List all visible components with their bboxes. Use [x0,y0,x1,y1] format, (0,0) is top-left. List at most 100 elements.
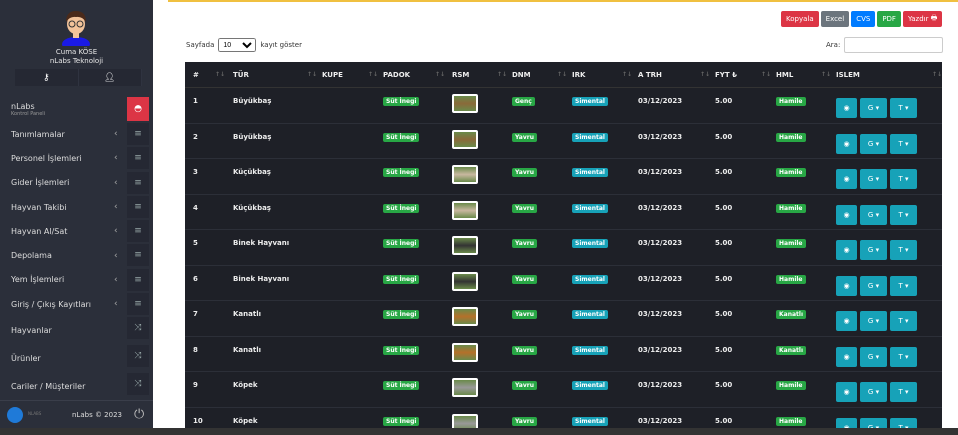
animal-photo[interactable] [452,307,478,326]
profile-button[interactable]: 👤︎ [79,69,142,86]
chevron-left-icon: ‹ [114,250,118,261]
brand-name: nLabs [11,101,35,111]
purchase-date: 03/12/2023 [638,132,683,141]
g-dropdown-button[interactable]: G ▾ [860,169,887,189]
print-button[interactable]: Yazdır 🖶 [902,11,943,27]
csv-button[interactable]: CVS [851,11,876,27]
view-button[interactable]: ◉ [836,204,857,225]
animal-photo[interactable] [452,94,478,113]
g-dropdown-button[interactable]: G ▾ [860,204,887,225]
animal-photo[interactable] [452,271,478,291]
t-dropdown-button[interactable]: T ▾ [890,133,917,154]
sidebar-item-9[interactable]: Ürünler ⤨ [0,344,153,372]
view-button[interactable]: ◉ [836,382,857,402]
copy-button[interactable]: Kopyala [781,11,819,27]
animal-photo[interactable] [452,236,478,255]
g-dropdown-button[interactable]: G ▾ [860,240,887,260]
sidebar-item-3[interactable]: Hayvan Takibi ‹ ≡ [0,195,153,219]
t-dropdown-button[interactable]: T ▾ [890,204,917,225]
paddock-badge: Süt İnegi [383,132,420,142]
t-label: T [898,175,903,183]
list-icon: ≡ [127,244,149,267]
sort-icon[interactable]: ↑↓ [557,71,567,78]
price: 5.00 [715,203,733,212]
column-header[interactable]: TÜR [233,62,249,87]
sort-icon[interactable]: ↑↓ [368,71,378,78]
price: 5.00 [715,239,733,247]
column-header[interactable]: IRK [572,62,585,87]
view-button[interactable]: ◉ [836,275,857,296]
sidebar-item-label: Yem İşlemleri [11,275,65,285]
sidebar-item-6[interactable]: Yem İşlemleri ‹ ≡ [0,268,153,292]
view-button[interactable]: ◉ [836,346,857,367]
g-dropdown-button[interactable]: G ▾ [860,346,887,367]
t-dropdown-button[interactable]: T ▾ [890,311,917,331]
table-row: 5 Binek Hayvanı Süt İnegi Yavru Simental… [185,230,942,266]
view-button[interactable]: ◉ [836,311,857,331]
column-header[interactable]: HML [776,62,793,87]
sort-icon[interactable]: ↑↓ [497,71,507,78]
search-input[interactable] [844,37,944,53]
breed-badge: Simental [572,203,608,213]
sidebar-item-2[interactable]: Gider İşlemleri ‹ ≡ [0,171,153,195]
length-prefix: Sayfada [186,41,215,49]
view-button[interactable]: ◉ [836,240,857,260]
g-dropdown-button[interactable]: G ▾ [860,275,887,296]
view-button[interactable]: ◉ [836,98,857,118]
sort-icon[interactable]: ↑↓ [622,71,632,78]
pdf-button[interactable]: PDF [877,11,901,27]
sidebar-item-dashboard[interactable]: nLabs Kontrol Paneli ◓ [0,96,153,122]
t-dropdown-button[interactable]: T ▾ [890,346,917,367]
list-icon: ≡ [127,195,149,218]
sidebar-item-7[interactable]: Giriş / Çıkış Kayıtları ‹ ≡ [0,292,153,316]
power-icon[interactable]: ⏻ [134,407,144,422]
breed-badge: Simental [572,345,608,355]
column-header[interactable]: A TRH [638,62,662,87]
sort-icon[interactable]: ↑↓ [307,71,317,78]
animal-photo[interactable] [452,342,478,362]
column-header[interactable]: FYT ₺ [715,62,737,87]
column-header[interactable]: PADOK [383,62,410,87]
sidebar-item-10[interactable]: Cariler / Müşteriler ⤨ [0,372,153,400]
sidebar-item-5[interactable]: Depolama ‹ ≡ [0,243,153,267]
breed-badge: Simental [572,416,608,426]
column-header[interactable]: ISLEM [836,62,860,87]
g-dropdown-button[interactable]: G ▾ [860,98,887,118]
t-dropdown-button[interactable]: T ▾ [890,169,917,189]
animal-photo[interactable] [452,378,478,397]
key-button[interactable]: ⚷ [15,69,79,86]
sort-icon[interactable]: ↑↓ [932,71,942,78]
t-dropdown-button[interactable]: T ▾ [890,98,917,118]
column-header[interactable]: RSM [452,62,469,87]
table-row: 9 Köpek Süt İnegi Yavru Simental 03/12/2… [185,372,942,408]
sort-icon[interactable]: ↑↓ [761,71,771,78]
excel-button[interactable]: Excel [820,11,850,27]
sidebar-item-4[interactable]: Hayvan Al/Sat ‹ ≡ [0,219,153,243]
t-dropdown-button[interactable]: T ▾ [890,275,917,296]
t-dropdown-button[interactable]: T ▾ [890,382,917,402]
animal-photo[interactable] [452,165,478,184]
view-button[interactable]: ◉ [836,133,857,154]
sort-icon[interactable]: ↑↓ [435,71,445,78]
eye-icon: ◉ [843,317,850,325]
sidebar-item-0[interactable]: Tanımlamalar ‹ ≡ [0,122,153,146]
sort-icon[interactable]: ↑↓ [700,71,710,78]
g-dropdown-button[interactable]: G ▾ [860,311,887,331]
caret-down-icon: ▾ [875,246,880,254]
caret-down-icon: ▾ [875,352,880,361]
column-header[interactable]: KUPE [322,62,343,87]
g-dropdown-button[interactable]: G ▾ [860,133,887,154]
animal-photo[interactable] [452,200,478,220]
sort-icon[interactable]: ↑↓ [215,71,225,78]
sidebar-item-1[interactable]: Personel İşlemleri ‹ ≡ [0,146,153,170]
t-label: T [898,388,903,396]
column-header[interactable]: DNM [512,62,531,87]
column-header[interactable]: # [193,62,199,87]
page-length-select[interactable]: 10 [218,38,257,52]
animal-photo[interactable] [452,129,478,149]
t-dropdown-button[interactable]: T ▾ [890,240,917,260]
sidebar-item-8[interactable]: Hayvanlar ⤨ [0,316,153,344]
sort-icon[interactable]: ↑↓ [821,71,831,78]
view-button[interactable]: ◉ [836,169,857,189]
g-dropdown-button[interactable]: G ▾ [860,382,887,402]
